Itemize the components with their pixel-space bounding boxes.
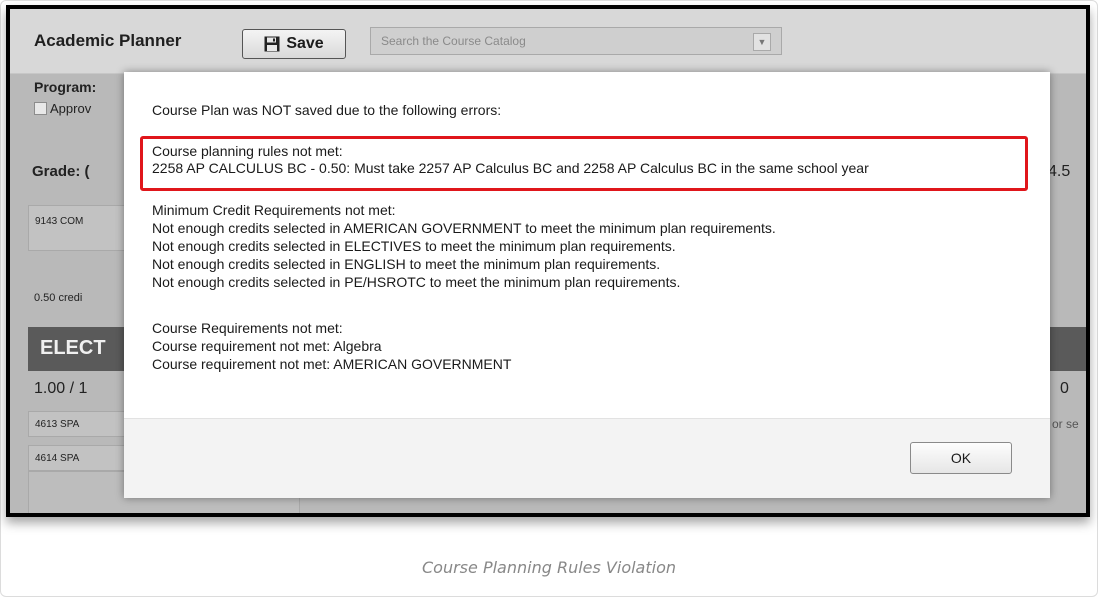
page-title: Academic Planner	[34, 31, 182, 50]
course-code: 4614 SPA	[35, 453, 80, 464]
course-code: 4613 SPA	[35, 419, 80, 430]
ok-button[interactable]: OK	[910, 442, 1012, 474]
rules-heading: Course planning rules not met:	[152, 143, 343, 159]
course-req-line: Course requirement not met: AMERICAN GOV…	[152, 356, 512, 372]
rules-detail: 2258 AP CALCULUS BC - 0.50: Must take 22…	[152, 160, 869, 176]
min-credit-line: Not enough credits selected in ENGLISH t…	[152, 256, 661, 272]
save-button[interactable]: Save	[242, 29, 346, 59]
course-req-line: Course requirement not met: Algebra	[152, 338, 382, 354]
min-credit-line: Not enough credits selected in PE/HSROTC…	[152, 274, 681, 290]
course-card[interactable]: 9143 COM	[28, 205, 128, 251]
right-count: 0	[1060, 380, 1069, 397]
program-label: Program:	[34, 79, 97, 95]
course-req-heading: Course Requirements not met:	[152, 320, 343, 336]
chevron-down-icon[interactable]: ▼	[753, 33, 771, 51]
figure-caption: Course Planning Rules Violation	[422, 558, 676, 577]
credit-value: 4.5	[1048, 163, 1071, 180]
approve-checkbox[interactable]	[34, 102, 47, 115]
error-dialog: Course Plan was NOT saved due to the fol…	[124, 72, 1050, 498]
electives-header: ELECT	[40, 337, 106, 359]
course-card[interactable]: 4614 SPA	[28, 445, 128, 471]
course-card[interactable]: 4613 SPA	[28, 411, 128, 437]
app-header: Academic Planner Save Search the Course …	[10, 9, 1086, 74]
screenshot: Academic Planner Save Search the Course …	[6, 5, 1090, 517]
min-credit-line: Not enough credits selected in ELECTIVES…	[152, 238, 676, 254]
search-placeholder: Search the Course Catalog	[381, 34, 526, 48]
min-credit-heading: Minimum Credit Requirements not met:	[152, 202, 396, 218]
dialog-body: Course Plan was NOT saved due to the fol…	[124, 72, 1050, 418]
course-code: 9143 COM	[35, 216, 84, 227]
credits-text: 0.50 credi	[34, 292, 83, 304]
dialog-intro: Course Plan was NOT saved due to the fol…	[152, 102, 502, 118]
right-hint: or se	[1052, 417, 1079, 431]
floppy-disk-icon	[264, 36, 280, 52]
approve-label: Approv	[50, 101, 92, 116]
grade-label: Grade: (	[32, 163, 90, 180]
save-button-label: Save	[286, 35, 324, 52]
min-credit-line: Not enough credits selected in AMERICAN …	[152, 220, 776, 236]
course-catalog-search[interactable]: Search the Course Catalog ▼	[370, 27, 782, 55]
credit-ratio: 1.00 / 1	[34, 380, 88, 397]
